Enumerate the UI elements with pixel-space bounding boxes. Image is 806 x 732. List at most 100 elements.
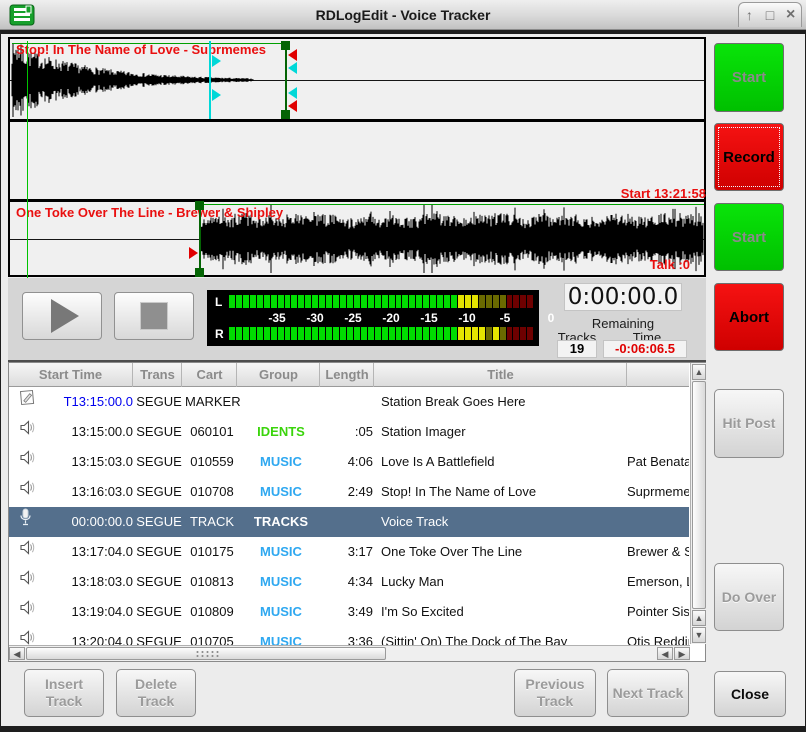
row-start-time: 13:15:00.0 (37, 417, 133, 447)
log-row[interactable]: 13:15:03.0 SEGUE 010559 MUSIC 4:06 Love … (9, 447, 689, 477)
elapsed-time-display: 0:00:00.0 (564, 283, 682, 311)
mic-icon (19, 507, 37, 537)
col-start-time[interactable]: Start Time (9, 363, 133, 387)
do-over-button[interactable]: Do Over (714, 563, 784, 631)
start-button-1[interactable]: Start (714, 43, 784, 112)
start-marker-handle[interactable] (195, 201, 204, 210)
row-start-time: 13:17:04.0 (37, 537, 133, 567)
thumb-grip (195, 650, 221, 659)
row-group: MUSIC (241, 567, 321, 597)
row-group (241, 387, 321, 417)
row-cart: 010809 (185, 597, 239, 627)
track2-start-marker-line[interactable] (199, 201, 201, 277)
main-content: Stop! In The Name of Love - Suprmemes St… (1, 34, 805, 726)
start-marker-handle[interactable] (195, 268, 204, 277)
shade-icon[interactable]: ↑ (740, 7, 758, 23)
maximize-icon[interactable]: □ (761, 7, 779, 23)
speaker-icon (19, 567, 37, 597)
horizontal-scrollbar[interactable]: ◀ ◀ ▶ (9, 645, 690, 661)
speaker-icon (19, 537, 37, 567)
fade-marker-handle[interactable] (288, 100, 297, 112)
stop-icon (140, 302, 168, 330)
row-group: MUSIC (241, 477, 321, 507)
row-group: MUSIC (241, 627, 321, 645)
talk-marker-handle[interactable] (212, 55, 221, 67)
close-icon[interactable]: × (782, 6, 800, 24)
speaker-icon (19, 417, 37, 447)
talk-marker-line[interactable] (209, 41, 211, 119)
row-title: Station Imager (381, 417, 625, 447)
col-cart[interactable]: Cart (183, 363, 237, 387)
row-cart: 010175 (185, 537, 239, 567)
row-title: One Toke Over The Line (381, 537, 625, 567)
fade-marker-handle[interactable] (288, 49, 297, 61)
hit-post-button[interactable]: Hit Post (714, 389, 784, 458)
row-cart: 010813 (185, 567, 239, 597)
col-group[interactable]: Group (238, 363, 320, 387)
scroll-left-icon[interactable]: ◀ (9, 647, 25, 660)
row-length: 3:36 (321, 627, 373, 645)
stop-button[interactable] (114, 292, 194, 340)
talk-marker-handle[interactable] (212, 89, 221, 101)
transport-bar: L R -35-30-25-20-15-10-50 0:00:00.0 Rema… (8, 278, 706, 362)
talk-label: Talk :0 (566, 257, 690, 272)
horizontal-scroll-thumb[interactable] (26, 647, 386, 660)
row-title: Lucky Man (381, 567, 625, 597)
row-artist: Suprmemes (627, 477, 689, 507)
scroll-left-icon[interactable]: ◀ (657, 647, 673, 660)
scroll-up-icon[interactable]: ▲ (692, 610, 706, 626)
talk-marker-handle[interactable] (288, 62, 297, 74)
track1-end-marker-line[interactable] (285, 41, 287, 119)
row-title: Station Break Goes Here (381, 387, 625, 417)
insert-track-button[interactable]: Insert Track (24, 669, 104, 717)
log-row[interactable]: 13:19:04.0 SEGUE 010809 MUSIC 3:49 I'm S… (9, 597, 689, 627)
row-start-time: 13:20:04.0 (37, 627, 133, 645)
play-button[interactable] (22, 292, 102, 340)
record-button[interactable]: Record (714, 123, 784, 191)
delete-track-button[interactable]: Delete Track (116, 669, 196, 717)
row-group: MUSIC (241, 447, 321, 477)
lane-divider (10, 119, 704, 122)
vertical-scroll-thumb[interactable] (692, 381, 706, 609)
col-extra[interactable] (628, 363, 689, 387)
row-trans: SEGUE (135, 417, 183, 447)
row-artist: Pointer Sisters (627, 597, 689, 627)
col-length[interactable]: Length (321, 363, 374, 387)
close-button[interactable]: Close (714, 671, 786, 717)
start-button-2[interactable]: Start (714, 203, 784, 271)
log-row[interactable]: 00:00:00.0 SEGUE TRACK TRACKS Voice Trac… (9, 507, 689, 537)
abort-button[interactable]: Abort (714, 283, 784, 351)
row-group: IDENTS (241, 417, 321, 447)
scroll-down-icon[interactable]: ▼ (692, 627, 706, 643)
time-remaining-value: -0:06:06.5 (603, 340, 687, 358)
meter-tick: -30 (306, 311, 323, 325)
scroll-up-icon[interactable]: ▲ (692, 364, 706, 380)
row-artist (627, 417, 689, 447)
row-trans: SEGUE (135, 627, 183, 645)
row-artist (627, 507, 689, 537)
row-cart: TRACK (185, 507, 239, 537)
col-trans[interactable]: Trans (134, 363, 182, 387)
log-row[interactable]: 13:20:04.0 SEGUE 010705 MUSIC 3:36 (Sitt… (9, 627, 689, 645)
vertical-scrollbar[interactable]: ▲ ▲ ▼ (690, 363, 706, 644)
row-group: TRACKS (241, 507, 321, 537)
row-group: MUSIC (241, 597, 321, 627)
voice-tracker-waveform[interactable]: Stop! In The Name of Love - Suprmemes St… (8, 37, 706, 277)
log-row[interactable]: 13:17:04.0 SEGUE 010175 MUSIC 3:17 One T… (9, 537, 689, 567)
speaker-icon (19, 597, 37, 627)
window-title: RDLogEdit - Voice Tracker (0, 0, 806, 30)
meter-tick: -5 (500, 311, 511, 325)
next-track-button[interactable]: Next Track (607, 669, 689, 717)
talk-marker-handle[interactable] (288, 87, 297, 99)
previous-track-button[interactable]: Previous Track (514, 669, 596, 717)
log-row[interactable]: 13:18:03.0 SEGUE 010813 MUSIC 4:34 Lucky… (9, 567, 689, 597)
log-row[interactable]: 13:15:00.0 SEGUE 060101 IDENTS :05 Stati… (9, 417, 689, 447)
row-start-time: 13:15:03.0 (37, 447, 133, 477)
speaker-icon (19, 627, 37, 645)
scroll-right-icon[interactable]: ▶ (674, 647, 690, 660)
row-title: Voice Track (381, 507, 625, 537)
col-title[interactable]: Title (375, 363, 627, 387)
log-row[interactable]: T13:15:00.0 SEGUE MARKER Station Break G… (9, 387, 689, 417)
fade-marker-handle[interactable] (189, 247, 198, 259)
log-row[interactable]: 13:16:03.0 SEGUE 010708 MUSIC 2:49 Stop!… (9, 477, 689, 507)
